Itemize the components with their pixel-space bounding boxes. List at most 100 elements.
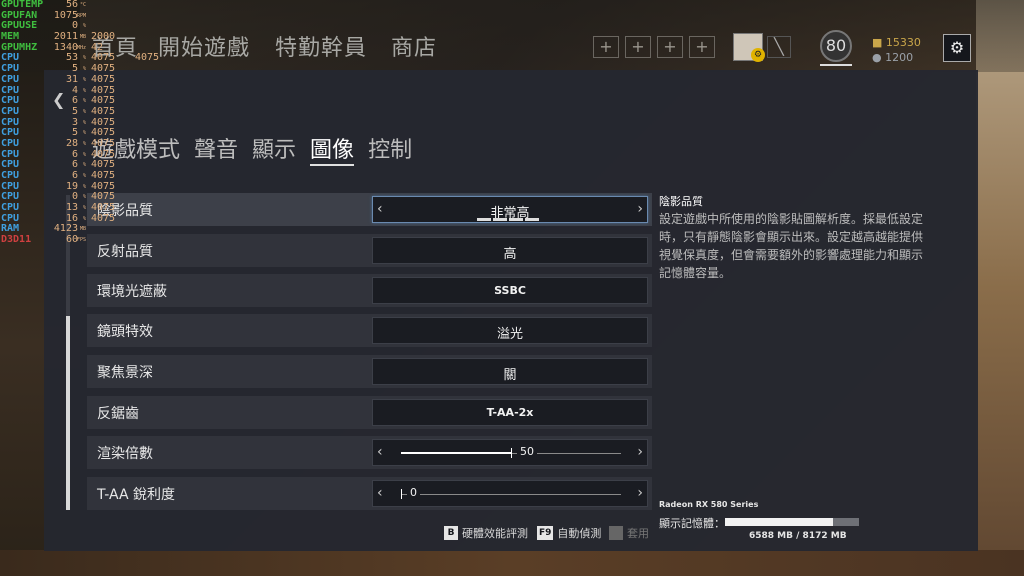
- key-hint: B: [444, 526, 458, 540]
- scrollbar-thumb[interactable]: [66, 316, 70, 510]
- slider-value: 50: [517, 445, 537, 458]
- taa-sharpness-slider[interactable]: ‹ 0 ›: [372, 480, 648, 507]
- slash-icon: ╲: [767, 36, 791, 58]
- osd-clock-value: 4075: [91, 73, 116, 85]
- auto-detect-button[interactable]: F9 自動偵測: [537, 524, 601, 542]
- setting-label: 渲染倍數: [97, 446, 153, 462]
- osd-unit: MB: [79, 34, 86, 41]
- osd-label: D3D11: [1, 234, 32, 246]
- squad-slot-add-button[interactable]: +: [689, 36, 715, 58]
- tab-display[interactable]: 顯示: [252, 132, 296, 166]
- tab-sound[interactable]: 聲音: [194, 132, 238, 166]
- osd-unit: %: [82, 183, 86, 190]
- arrow-left-icon[interactable]: ‹: [377, 444, 383, 460]
- credits-value: 1200: [885, 51, 914, 64]
- settings-gear-button[interactable]: ⚙: [943, 34, 971, 62]
- osd-row: CPU 31% 4075: [0, 73, 115, 86]
- apply-button[interactable]: 套用: [609, 524, 649, 542]
- credits-counter: ● 1200: [872, 51, 913, 64]
- setting-value-selector[interactable]: T-AA-2x: [372, 399, 648, 426]
- osd-unit: %: [82, 66, 86, 73]
- key-hint: F9: [537, 526, 554, 540]
- background-scene-right: [976, 0, 1024, 576]
- renown-value: 15330: [885, 36, 921, 49]
- level-badge: 80: [820, 30, 852, 62]
- setting-value-selector[interactable]: 關: [372, 358, 648, 385]
- setting-row-lens-effects[interactable]: 鏡頭特效 溢光: [87, 314, 652, 347]
- squad-slot-add-button[interactable]: +: [625, 36, 651, 58]
- setting-row-reflection-quality[interactable]: 反射品質 高: [87, 234, 652, 267]
- level-underline: [820, 64, 852, 66]
- setting-label: T-AA 銳利度: [97, 487, 176, 503]
- key-hint: [609, 526, 623, 540]
- button-label: 套用: [627, 527, 649, 540]
- squad-slot-add-button[interactable]: +: [657, 36, 683, 58]
- osd-clock-value: 4075: [135, 52, 160, 64]
- osd-unit: %: [82, 55, 86, 62]
- osd-unit: %: [82, 119, 86, 126]
- nav-operators[interactable]: 特勤幹員: [275, 30, 367, 62]
- slider-track: [401, 494, 621, 495]
- osd-unit: MB: [79, 226, 86, 233]
- credits-icon: ●: [872, 51, 886, 64]
- slider-value: 0: [407, 486, 420, 499]
- osd-unit: %: [82, 173, 86, 179]
- osd-unit: %: [82, 23, 86, 30]
- osd-unit: %: [82, 215, 86, 222]
- osd-unit: %: [82, 76, 86, 83]
- setting-label: 反鋸齒: [97, 406, 139, 422]
- setting-value-selector[interactable]: SSBC: [372, 277, 648, 304]
- osd-unit: MHz: [76, 44, 86, 51]
- osd-unit: %: [82, 162, 86, 169]
- osd-row: D3D11 60 FPS: [0, 234, 86, 246]
- background-scene-bottom: [0, 550, 1024, 576]
- arrow-right-icon[interactable]: ›: [637, 485, 643, 501]
- osd-unit: RPM: [76, 12, 86, 19]
- osd-unit: %: [82, 194, 86, 201]
- nav-play[interactable]: 開始遊戲: [158, 30, 250, 62]
- osd-unit: %: [82, 108, 86, 115]
- gpu-name: Radeon RX 580 Series: [659, 500, 759, 509]
- slider-fill: [401, 452, 511, 454]
- setting-value-selector[interactable]: 高: [372, 237, 648, 264]
- osd-unit: °C: [79, 2, 86, 8]
- nav-store[interactable]: 商店: [391, 30, 437, 62]
- osd-label: CPU: [1, 73, 20, 85]
- squad-slot-add-button[interactable]: +: [593, 36, 619, 58]
- arrow-left-icon[interactable]: ‹: [377, 485, 383, 501]
- tab-graphics[interactable]: 圖像: [310, 132, 355, 166]
- options-tabs: 遊戲模式 聲音 顯示 圖像 控制: [92, 132, 412, 166]
- setting-row-render-scaling[interactable]: 渲染倍數 ‹ 50 ›: [87, 436, 652, 469]
- setting-row-anti-aliasing[interactable]: 反鋸齒 T-AA-2x: [87, 396, 652, 429]
- setting-row-ambient-occlusion[interactable]: 環境光遮蔽 SSBC: [87, 274, 652, 307]
- tab-controls[interactable]: 控制: [368, 132, 412, 166]
- setting-row-taa-sharpness[interactable]: T-AA 銳利度 ‹ 0 ›: [87, 477, 652, 510]
- setting-value-selector[interactable]: 溢光: [372, 317, 648, 344]
- arrow-right-icon[interactable]: ›: [637, 201, 643, 217]
- osd-unit: %: [82, 87, 86, 94]
- osd-row: CPU 5% 4075: [0, 106, 115, 118]
- osd-unit: FPS: [76, 237, 86, 244]
- setting-label: 環境光遮蔽: [97, 284, 167, 300]
- gear-icon: ⚙: [949, 38, 965, 57]
- vram-usage-bar: [725, 518, 859, 526]
- setting-value: 溢光: [496, 327, 523, 342]
- slider-handle[interactable]: [511, 448, 512, 458]
- vram-label: 顯示記憶體：: [659, 517, 725, 530]
- setting-label: 鏡頭特效: [97, 324, 153, 340]
- button-label: 硬體效能評測: [462, 527, 528, 540]
- value-step-indicator: [477, 218, 539, 221]
- hardware-benchmark-button[interactable]: B 硬體效能評測: [444, 524, 528, 542]
- setting-value-selector[interactable]: ‹ 非常高 ›: [372, 196, 648, 223]
- setting-row-shadow-quality[interactable]: 陰影品質 ‹ 非常高 ›: [87, 193, 652, 226]
- setting-label: 反射品質: [97, 244, 153, 260]
- performance-osd: GPUTEMP 56 °C GPUFAN 1075 RPM GPUUSE 0% MEM 2011 M…: [0, 0, 159, 246]
- osd-clock-value: 4075: [91, 105, 116, 117]
- slider-handle[interactable]: [401, 489, 402, 499]
- arrow-right-icon[interactable]: ›: [637, 444, 643, 460]
- ops-badge-icon: ⚙: [751, 48, 765, 62]
- setting-value: T-AA-2x: [486, 406, 534, 419]
- render-scaling-slider[interactable]: ‹ 50 ›: [372, 439, 648, 466]
- setting-row-depth-of-field[interactable]: 聚焦景深 關: [87, 355, 652, 388]
- vram-usage-fill: [725, 518, 833, 526]
